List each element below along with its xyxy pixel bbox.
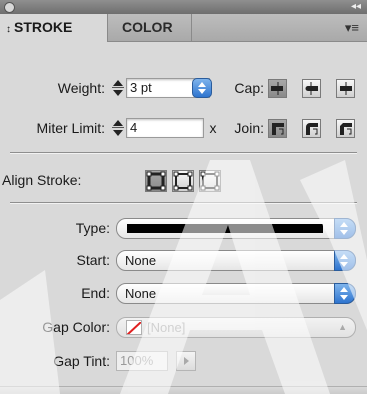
gap-tint-input[interactable]: 100% [116, 351, 168, 371]
weight-stepper[interactable] [112, 78, 125, 98]
bevel-join-icon[interactable] [336, 119, 355, 138]
stroke-panel: ◂◂ ↕ STROKE COLOR ▾≡ Weight: 3 pt Cap: Mi… [0, 0, 367, 394]
round-cap-icon[interactable] [302, 79, 321, 98]
miter-unit-label: x [209, 120, 217, 136]
type-label: Type: [75, 220, 110, 236]
tab-stroke-label: STROKE [14, 19, 73, 35]
weight-label: Weight: [57, 80, 105, 96]
weight-dropdown-button[interactable] [192, 78, 212, 98]
miter-limit-input[interactable]: 4 [126, 118, 204, 138]
miter-limit-label: Miter Limit: [36, 120, 105, 136]
stroke-type-swatch [127, 224, 323, 233]
round-join-icon[interactable] [302, 119, 321, 138]
start-label: Start: [76, 252, 110, 268]
start-select[interactable]: None [116, 250, 356, 271]
stepper-down-icon[interactable] [113, 130, 123, 136]
projecting-cap-icon[interactable] [336, 79, 355, 98]
section-divider [10, 152, 357, 154]
tab-bar: ↕ STROKE COLOR ▾≡ [0, 14, 367, 42]
align-stroke-label: Align Stroke: [2, 172, 82, 188]
panel-bottom-bar [0, 386, 367, 394]
close-button[interactable] [4, 2, 15, 13]
end-label: End: [81, 285, 110, 301]
panel-titlebar[interactable]: ◂◂ [0, 0, 367, 14]
align-center-icon[interactable] [145, 170, 167, 192]
gap-color-value: [None] [147, 320, 186, 335]
end-value: None [125, 286, 157, 301]
cap-label: Cap: [234, 80, 264, 96]
stepper-up-icon[interactable] [113, 80, 123, 86]
start-value: None [125, 253, 157, 268]
gap-color-label: Gap Color: [42, 319, 110, 335]
collapse-icon[interactable]: ◂◂ [351, 0, 361, 14]
end-select[interactable]: None [116, 283, 356, 304]
gap-color-dropdown-icon[interactable]: ▲ [338, 318, 347, 337]
join-label: Join: [234, 120, 264, 136]
end-dropdown-button[interactable] [334, 283, 356, 304]
tab-stroke[interactable]: ↕ STROKE [0, 14, 108, 42]
align-inside-icon[interactable] [172, 170, 194, 192]
none-swatch-icon [126, 320, 142, 335]
gap-color-select[interactable]: [None] ▲ [116, 317, 356, 338]
miter-join-icon[interactable] [268, 119, 287, 138]
stepper-down-icon[interactable] [113, 90, 123, 96]
start-dropdown-button[interactable] [334, 250, 356, 271]
stepper-up-icon[interactable] [113, 120, 123, 126]
tab-options-icon: ↕ [6, 24, 11, 35]
butt-cap-icon[interactable] [268, 79, 287, 98]
type-dropdown-button[interactable] [334, 218, 356, 239]
tab-color[interactable]: COLOR [108, 14, 192, 41]
section-divider [10, 202, 357, 204]
gap-tint-label: Gap Tint: [53, 353, 110, 369]
align-outside-icon[interactable] [199, 170, 221, 192]
miter-limit-stepper[interactable] [112, 118, 125, 138]
type-select[interactable] [116, 218, 356, 239]
tab-color-label: COLOR [122, 19, 173, 35]
panel-menu-icon[interactable]: ▾≡ [345, 14, 359, 41]
gap-tint-slider-button[interactable] [176, 351, 196, 371]
